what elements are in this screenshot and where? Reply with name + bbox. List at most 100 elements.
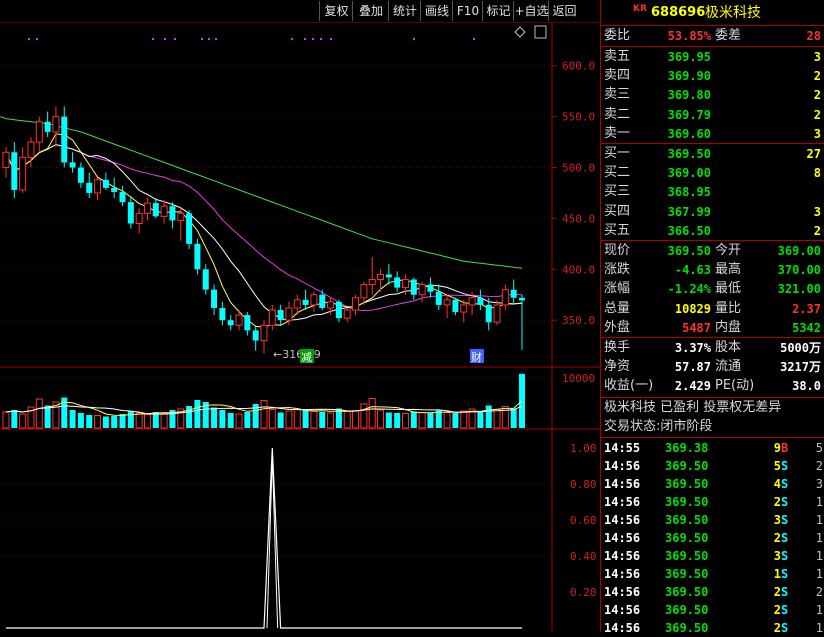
candle-body — [510, 289, 517, 298]
volume-bar — [44, 405, 51, 428]
candle-body — [260, 324, 268, 342]
candle-body — [77, 167, 84, 183]
candle-body — [211, 289, 218, 308]
tick-volume: 3 — [773, 549, 781, 563]
volume-bar — [343, 411, 351, 429]
signal-dot — [164, 38, 166, 40]
volume-bar — [352, 410, 360, 429]
quote-value: 321.00 — [777, 282, 821, 297]
toolbar-button-6[interactable]: +自选 — [513, 1, 549, 21]
tick-side: S — [781, 459, 789, 473]
signal-dot — [304, 38, 306, 40]
stock-code: 688696 — [651, 5, 706, 20]
toolbar-button-4[interactable]: F10 — [452, 1, 483, 21]
tick-price: 369.50 — [665, 621, 709, 635]
tick-count: 3 — [815, 477, 823, 491]
volume-bar — [410, 411, 417, 428]
toolbar-button-5[interactable]: 标记 — [482, 1, 514, 21]
tick-volume: 3 — [773, 513, 781, 527]
ask-volume: 2 — [813, 69, 821, 84]
volume-bar — [452, 413, 459, 428]
tick-time: 14:56 — [604, 495, 641, 509]
candle-body — [443, 299, 451, 306]
ask-label: 卖三 — [604, 87, 631, 103]
tick-row: 14:56 369.50 2 S 1 — [601, 601, 824, 619]
bid-volume: 27 — [806, 147, 821, 161]
divider — [601, 25, 824, 26]
bid-price: 367.99 — [667, 204, 711, 219]
stats-value: 3.37% — [674, 341, 711, 355]
ask-volume: 2 — [813, 107, 821, 122]
ask-price: 369.80 — [667, 88, 711, 103]
ask-row: 卖二 369.79 2 — [601, 106, 824, 124]
signal-dot — [201, 38, 203, 40]
quote-label: 涨跌 — [604, 262, 631, 278]
quote-row: 涨跌 -4.63 最高 370.00 — [601, 261, 824, 279]
toolbar-button-1[interactable]: 叠加 — [352, 1, 389, 21]
ask-price: 369.79 — [667, 107, 711, 122]
candle-body — [310, 294, 318, 306]
tick-time: 14:56 — [604, 621, 641, 635]
tick-side: S — [781, 621, 789, 635]
volume-bar — [327, 412, 335, 429]
candle-body — [135, 212, 143, 224]
candle-body — [19, 156, 27, 191]
candle-body — [94, 179, 102, 194]
candle-body — [86, 182, 93, 193]
volume-bar — [86, 415, 93, 428]
price-tick-label: 500.0 — [562, 162, 595, 175]
tick-time: 14:56 — [604, 567, 641, 581]
tick-count: 1 — [815, 621, 823, 635]
tick-side: S — [781, 567, 789, 581]
tick-count: 2 — [815, 585, 823, 599]
tick-row: 14:56 369.50 3 S 1 — [601, 511, 824, 529]
volume-bar — [102, 416, 109, 428]
volume-bar — [260, 400, 268, 429]
candle-body — [52, 116, 60, 133]
bid-label: 买一 — [604, 146, 631, 161]
bid-row: 买三 368.95 — [601, 183, 824, 201]
quote-value: 5487 — [682, 320, 711, 335]
divider — [601, 397, 824, 398]
stats-label: PE(动) — [715, 378, 755, 393]
candle-body — [111, 187, 118, 192]
tick-row: 14:56 369.50 2 S 2 — [601, 583, 824, 601]
bid-row: 买五 366.50 2 — [601, 222, 824, 240]
candle-body — [285, 307, 293, 321]
tick-row: 14:56 369.50 2 S 1 — [601, 529, 824, 547]
window-icon — [534, 25, 547, 39]
toolbar-button-2[interactable]: 统计 — [388, 1, 421, 21]
tick-price: 369.50 — [665, 477, 709, 491]
kline-chart-area[interactable]: 600.0 550.0 500.0 450.0 400.0 350.0 10000 1.00 0… — [0, 22, 600, 632]
volume-bar — [394, 413, 401, 428]
volume-bar — [377, 409, 385, 429]
volume-bar — [235, 413, 243, 429]
candle-body — [452, 299, 459, 313]
toolbar-button-7[interactable]: 返回 — [548, 1, 580, 21]
weibi-value: 53.85% — [667, 29, 711, 43]
ask-volume: 3 — [813, 126, 821, 141]
candle-body — [186, 213, 193, 244]
candle-body — [119, 191, 126, 203]
tick-price: 369.50 — [665, 549, 709, 563]
divider — [601, 240, 824, 241]
candle-body — [293, 299, 301, 309]
candle-body — [343, 309, 351, 319]
tick-volume: 2 — [773, 603, 781, 617]
toolbar-button-0[interactable]: 复权 — [319, 1, 353, 21]
info-row: 极米科技 已盈利 投票权无差异 — [601, 399, 824, 417]
tick-price: 369.50 — [665, 459, 709, 473]
tick-volume: 1 — [773, 567, 781, 581]
candle-body — [327, 301, 335, 309]
toolbar-button-3[interactable]: 画线 — [420, 1, 453, 21]
ask-label: 卖四 — [604, 68, 631, 84]
quote-panel: KR 688696 极米科技 委比 53.85% 委差 28 卖五 369.95 3… — [600, 0, 824, 635]
candle-body — [127, 202, 134, 224]
tick-time: 14:56 — [604, 603, 641, 617]
stats-value: 3217万 — [780, 360, 821, 374]
tick-count: 5 — [815, 441, 823, 455]
bid-row: 买四 367.99 3 — [601, 203, 824, 221]
candle-body — [501, 289, 509, 306]
signal-dot — [152, 38, 154, 40]
quote-value: 10829 — [674, 301, 711, 316]
